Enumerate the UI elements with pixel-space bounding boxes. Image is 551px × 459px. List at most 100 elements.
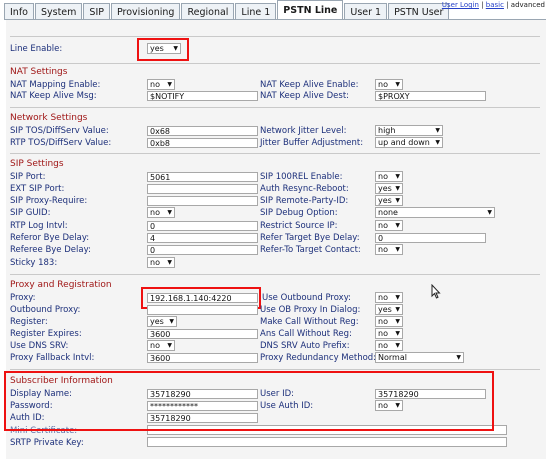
dns-srv-select[interactable]: no ▼ <box>147 340 175 351</box>
remote-party-select[interactable]: yes ▼ <box>375 195 403 206</box>
use-outbound-value: no <box>378 293 388 302</box>
tab-line-1[interactable]: Line 1 <box>235 3 277 20</box>
tab-sip[interactable]: SIP <box>83 3 110 20</box>
tab-system[interactable]: System <box>34 3 83 20</box>
advanced-link[interactable]: advanced <box>511 1 545 9</box>
nat-keepalive-dest-input[interactable]: $PROXY <box>375 91 486 101</box>
restrict-source-label: Restrict Source IP: <box>260 221 338 231</box>
jitter-level-value: high <box>378 126 396 135</box>
line-enable-label: Line Enable: <box>10 44 63 54</box>
sip-port-input[interactable]: 5061 <box>147 172 258 182</box>
nat-keepalive-enable-select[interactable]: no ▼ <box>375 79 403 90</box>
basic-link[interactable]: basic <box>486 1 504 9</box>
use-auth-id-select[interactable]: no ▼ <box>375 400 403 411</box>
proxy-redundancy-select[interactable]: Normal ▼ <box>375 352 464 363</box>
jitter-level-select[interactable]: high ▼ <box>375 125 443 136</box>
sip-debug-label: SIP Debug Option: <box>260 208 338 218</box>
outbound-proxy-label: Outbound Proxy: <box>10 305 81 315</box>
mini-certificate-input[interactable] <box>147 425 507 435</box>
sip-100rel-select[interactable]: no ▼ <box>375 171 403 182</box>
rtp-tos-label: RTP TOS/DiffServ Value: <box>10 138 112 148</box>
proxy-require-input[interactable] <box>147 196 258 206</box>
referee-bye-input[interactable]: 0 <box>147 245 258 255</box>
line-enable-select[interactable]: yes ▼ <box>147 43 181 54</box>
register-expires-input[interactable]: 3600 <box>147 329 258 339</box>
auth-id-input[interactable]: 35718290 <box>147 413 258 423</box>
chevron-down-icon: ▼ <box>173 45 178 52</box>
tab-provisioning[interactable]: Provisioning <box>110 3 181 20</box>
srtp-key-input[interactable] <box>147 437 507 447</box>
chevron-down-icon: ▼ <box>487 209 492 216</box>
sticky-183-select[interactable]: no ▼ <box>147 257 175 268</box>
sticky-183-value: no <box>150 258 160 267</box>
chevron-down-icon: ▼ <box>395 173 400 180</box>
srtp-key-label: SRTP Private Key: <box>10 438 84 448</box>
chevron-down-icon: ▼ <box>395 185 400 192</box>
sip-section-title: SIP Settings <box>10 159 64 169</box>
proxy-require-label: SIP Proxy-Require: <box>10 196 88 206</box>
chevron-down-icon: ▼ <box>167 259 172 266</box>
chevron-down-icon: ▼ <box>395 330 400 337</box>
restrict-source-select[interactable]: no ▼ <box>375 220 403 231</box>
sip-100rel-label: SIP 100REL Enable: <box>260 172 343 182</box>
rtp-tos-input[interactable]: 0xb8 <box>147 138 258 148</box>
sip-debug-select[interactable]: none ▼ <box>375 207 495 218</box>
call-without-reg-value: no <box>378 317 388 326</box>
rtp-log-input[interactable]: 0 <box>147 221 258 231</box>
refer-target-bye-label: Refer Target Bye Delay: <box>260 233 360 243</box>
password-input[interactable]: ************ <box>147 401 258 411</box>
tab-pstn-user[interactable]: PSTN User <box>388 3 450 20</box>
proxy-fallback-input[interactable]: 3600 <box>147 353 258 363</box>
nat-mapping-select[interactable]: no ▼ <box>147 79 175 90</box>
chevron-down-icon: ▼ <box>167 342 172 349</box>
tab-pstn-line[interactable]: PSTN Line <box>277 0 344 20</box>
jitter-adjust-select[interactable]: up and down ▼ <box>375 137 443 148</box>
ans-without-reg-value: no <box>378 329 388 338</box>
register-select[interactable]: yes ▼ <box>147 316 177 327</box>
sip-debug-value: none <box>378 208 398 217</box>
password-label: Password: <box>10 401 53 411</box>
nat-section-title: NAT Settings <box>10 67 68 77</box>
chevron-down-icon: ▼ <box>395 342 400 349</box>
user-id-input[interactable]: 35718290 <box>375 389 486 399</box>
sip-tos-input[interactable]: 0x68 <box>147 126 258 136</box>
nat-mapping-value: no <box>150 80 160 89</box>
proxy-input[interactable]: 192.168.1.140:4220 <box>147 293 258 303</box>
sip-guid-select[interactable]: no ▼ <box>147 207 175 218</box>
use-auth-id-label: Use Auth ID: <box>260 401 314 411</box>
tab-info[interactable]: Info <box>4 3 34 20</box>
remote-party-label: SIP Remote-Party-ID: <box>260 196 349 206</box>
refer-to-contact-value: no <box>378 245 388 254</box>
use-outbound-select[interactable]: no ▼ <box>375 292 403 303</box>
display-name-input[interactable]: 35718290 <box>147 389 258 399</box>
proxy-section-title: Proxy and Registration <box>10 280 112 290</box>
nat-keepalive-enable-label: NAT Keep Alive Enable: <box>260 80 359 90</box>
chevron-down-icon: ▼ <box>435 139 440 146</box>
nat-mapping-label: NAT Mapping Enable: <box>10 80 101 90</box>
user-login-link[interactable]: User Login <box>442 1 479 9</box>
tab-regional[interactable]: Regional <box>181 3 235 20</box>
refer-to-contact-select[interactable]: no ▼ <box>375 244 403 255</box>
refer-target-bye-input[interactable]: 0 <box>375 233 486 243</box>
call-without-reg-select[interactable]: no ▼ <box>375 316 403 327</box>
register-label: Register: <box>10 317 48 327</box>
network-section-title: Network Settings <box>10 113 88 123</box>
referor-bye-label: Referor Bye Delay: <box>10 233 90 243</box>
chevron-down-icon: ▼ <box>167 81 172 88</box>
tab-user-1[interactable]: User 1 <box>344 3 388 20</box>
nat-keepalive-msg-input[interactable]: $NOTIFY <box>147 91 258 101</box>
jitter-adjust-label: Jitter Buffer Adjustment: <box>260 138 364 148</box>
sip-guid-value: no <box>150 208 160 217</box>
divider <box>10 107 540 108</box>
auth-resync-value: yes <box>378 184 392 193</box>
auth-resync-select[interactable]: yes ▼ <box>375 183 403 194</box>
referor-bye-input[interactable]: 4 <box>147 233 258 243</box>
ans-without-reg-select[interactable]: no ▼ <box>375 328 403 339</box>
sticky-183-label: Sticky 183: <box>10 258 58 268</box>
chevron-down-icon: ▼ <box>435 127 440 134</box>
ext-sip-port-input[interactable] <box>147 184 258 194</box>
ob-proxy-dialog-select[interactable]: yes ▼ <box>375 304 403 315</box>
dns-srv-prefix-select[interactable]: no ▼ <box>375 340 403 351</box>
outbound-proxy-input[interactable] <box>147 305 258 315</box>
dns-srv-prefix-value: no <box>378 341 388 350</box>
